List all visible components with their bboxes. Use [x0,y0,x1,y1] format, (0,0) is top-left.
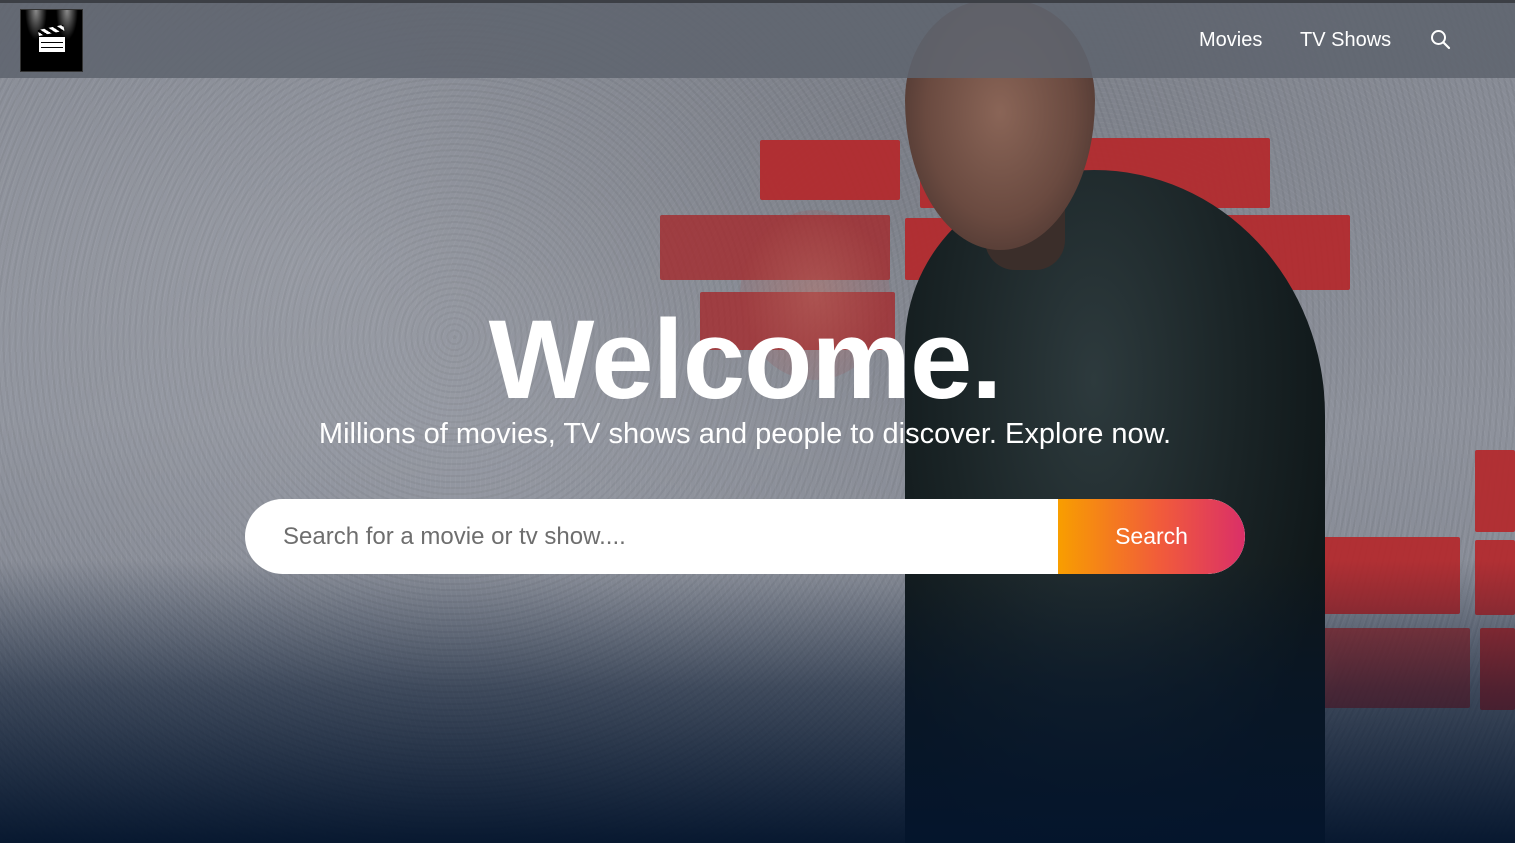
top-navigation-bar [0,0,1515,78]
search-icon[interactable] [1429,28,1453,52]
bottom-gradient-overlay [0,560,1515,843]
nav-movies-link[interactable]: Movies [1199,29,1262,52]
clapperboard-icon [37,24,65,52]
hero-title: Welcome. [488,297,1003,422]
search-button[interactable]: Search [1058,499,1245,574]
site-logo[interactable] [20,9,83,72]
search-input[interactable] [245,499,1058,574]
home-page: Movies TV Shows Welcome. Millions of mov… [0,0,1515,843]
nav-tv-shows-link[interactable]: TV Shows [1300,29,1391,52]
hero-subtitle: Millions of movies, TV shows and people … [318,418,1172,450]
hero-search-bar: Search [245,499,1245,574]
